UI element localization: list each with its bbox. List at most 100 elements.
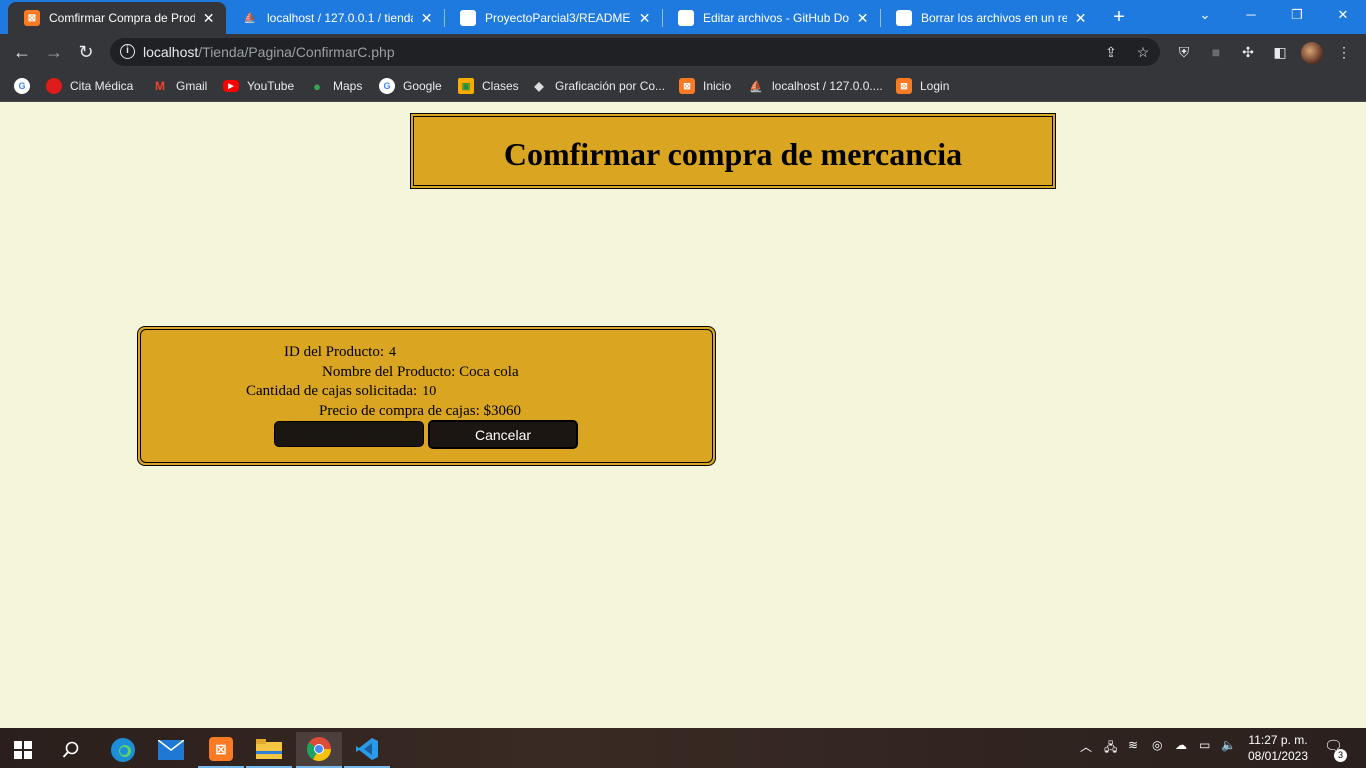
menu-icon[interactable]: ⋮ (1334, 42, 1354, 62)
close-window-icon[interactable]: ✕ (1320, 0, 1366, 30)
quantity-label: Cantidad de cajas solicitada: (246, 383, 418, 399)
restore-icon[interactable]: ❐ (1274, 0, 1320, 30)
maps-icon: ● (313, 78, 321, 94)
extension-icon[interactable]: ■ (1206, 42, 1226, 62)
avatar[interactable] (1301, 42, 1323, 64)
url-host: localhost (143, 44, 199, 60)
tab-title: localhost / 127.0.0.1 / tienda (267, 11, 414, 25)
clock-date: 08/01/2023 (1247, 749, 1309, 763)
wifi-icon[interactable]: ≋ (1128, 738, 1138, 752)
quantity-value: 10 (422, 384, 437, 399)
side-panel-icon[interactable]: ◧ (1270, 42, 1290, 62)
mail-icon[interactable] (148, 732, 194, 768)
page-header: Comfirmar compra de mercancia (410, 113, 1056, 189)
bookmark-apps[interactable]: G (14, 76, 38, 96)
google-icon: G (379, 78, 395, 94)
page-content: Comfirmar compra de mercancia ID del Pro… (0, 103, 1366, 728)
close-icon[interactable]: ✕ (637, 10, 652, 27)
xampp-icon[interactable]: ⊠ (198, 732, 244, 768)
puzzle-icon[interactable]: ✣ (1238, 42, 1258, 62)
product-name-value: Coca cola (459, 364, 519, 380)
minimize-icon[interactable]: ─ (1228, 0, 1274, 30)
cloud-icon[interactable]: ☁ (1175, 738, 1187, 752)
product-id-value: 4 (388, 345, 396, 360)
tab-github-docs[interactable]: Editar archivos - GitHub Docs ✕ (662, 2, 880, 34)
network-icon[interactable]: 🖧 (1104, 738, 1117, 759)
close-icon[interactable]: ✕ (201, 10, 216, 27)
address-bar[interactable]: i localhost/Tienda/Pagina/ConfirmarC.php… (110, 38, 1160, 66)
bookmark-cita-medica[interactable]: Cita Médica (46, 76, 133, 96)
close-icon[interactable]: ✕ (1073, 10, 1088, 27)
confirm-form: ID del Producto: 4 Nombre del Producto: C… (137, 326, 716, 466)
tab-active[interactable]: ⊠ Comfirmar Compra de Productos ✕ (8, 2, 226, 34)
reload-icon[interactable]: ↻ (74, 40, 98, 64)
chevron-down-icon[interactable]: ⌄ (1182, 0, 1228, 30)
github-icon (460, 10, 476, 26)
bookmark-graficacion[interactable]: ◆ Graficación por Co... (531, 76, 665, 96)
youtube-icon: ▶ (223, 80, 239, 92)
red-circle-icon (46, 78, 62, 94)
tab-strip: ⊠ Comfirmar Compra de Productos ✕ ⛵ loca… (0, 0, 1366, 34)
notification-count: 3 (1334, 749, 1347, 762)
product-id-row: ID del Producto: 4 (284, 344, 396, 361)
quantity-row: Cantidad de cajas solicitada: 10 (246, 383, 436, 400)
bookmark-label: Maps (333, 79, 363, 93)
bookmark-label: Cita Médica (70, 79, 134, 93)
bookmark-google[interactable]: G Google (379, 76, 442, 96)
volume-icon[interactable]: 🔈 (1221, 738, 1236, 752)
tab-title: Editar archivos - GitHub Docs (703, 11, 850, 25)
svg-text:⊠: ⊠ (215, 742, 227, 758)
price-value: $3060 (483, 403, 522, 419)
back-icon[interactable]: ← (10, 40, 34, 64)
star-icon[interactable]: ☆ (1134, 43, 1152, 61)
bookmark-label: Gmail (176, 79, 208, 93)
bookmark-inicio[interactable]: ⊠ Inicio (679, 76, 731, 96)
folder-icon[interactable] (246, 732, 292, 768)
chevron-up-icon[interactable]: ︿ (1080, 738, 1092, 755)
close-icon[interactable]: ✕ (855, 10, 870, 27)
tab-phpmyadmin[interactable]: ⛵ localhost / 127.0.0.1 / tienda ✕ (226, 2, 444, 34)
edge-icon[interactable] (100, 732, 146, 768)
taskbar: ⊠ ︿ 🖧 ≋ ◎ ☁ ▭ 🔈 11:27 p. m. 08/01/2023 🗨… (0, 728, 1366, 768)
plus-icon[interactable]: + (1108, 6, 1130, 28)
chrome-icon[interactable] (296, 732, 342, 768)
classroom-icon: ▣ (458, 78, 474, 94)
page-title: Comfirmar compra de mercancia (503, 136, 963, 172)
url-text[interactable]: localhost/Tienda/Pagina/ConfirmarC.php (143, 44, 395, 60)
github-icon (678, 10, 694, 26)
forward-icon[interactable]: → (42, 40, 66, 64)
bookmark-maps[interactable]: ● Maps (309, 76, 362, 96)
search-icon[interactable] (48, 732, 94, 768)
windows-start-icon[interactable] (0, 732, 46, 768)
close-icon[interactable]: ✕ (419, 10, 434, 27)
bookmarks-bar: G Cita Médica M Gmail ▶ YouTube ● Maps G… (0, 70, 1366, 102)
meet-icon[interactable]: ◎ (1152, 738, 1162, 752)
bookmark-label: Clases (482, 79, 519, 93)
bookmark-label: Inicio (703, 79, 732, 93)
clock[interactable]: 11:27 p. m. 08/01/2023 (1240, 732, 1316, 764)
xampp-icon: ⊠ (24, 10, 40, 26)
bookmark-label: YouTube (247, 79, 295, 93)
share-icon[interactable]: ⇪ (1102, 43, 1120, 61)
shield-icon[interactable]: ⛨ (1174, 42, 1194, 62)
browser-toolbar: ← → ↻ i localhost/Tienda/Pagina/Confirma… (0, 34, 1366, 70)
bookmark-youtube[interactable]: ▶ YouTube (223, 76, 294, 96)
info-icon[interactable]: i (120, 44, 135, 59)
phpmyadmin-icon: ⛵ (749, 80, 763, 93)
google-apps-icon: G (14, 78, 30, 94)
tab-title: Comfirmar Compra de Productos (49, 11, 196, 25)
bookmark-label: localhost / 127.0.0.... (772, 79, 883, 93)
tab-borrar-archivos[interactable]: Borrar los archivos en un repositorio ✕ (880, 2, 1098, 34)
bookmark-login[interactable]: ⊠ Login (896, 76, 949, 96)
cancel-button[interactable]: Cancelar (428, 420, 578, 449)
tab-title: ProyectoParcial3/README.md (485, 11, 631, 25)
bookmark-gmail[interactable]: M Gmail (152, 76, 207, 96)
price-label: Precio de compra de cajas: (319, 403, 480, 419)
tab-readme[interactable]: ProyectoParcial3/README.md ✕ (444, 2, 662, 34)
vscode-icon[interactable] (344, 732, 390, 768)
bookmark-clases[interactable]: ▣ Clases (458, 76, 519, 96)
battery-icon[interactable]: ▭ (1199, 738, 1210, 752)
bookmark-localhost[interactable]: ⛵ localhost / 127.0.0.... (748, 76, 883, 96)
phpmyadmin-icon: ⛵ (243, 12, 257, 24)
confirm-purchase-button[interactable]: Confirmar compra (274, 421, 424, 447)
